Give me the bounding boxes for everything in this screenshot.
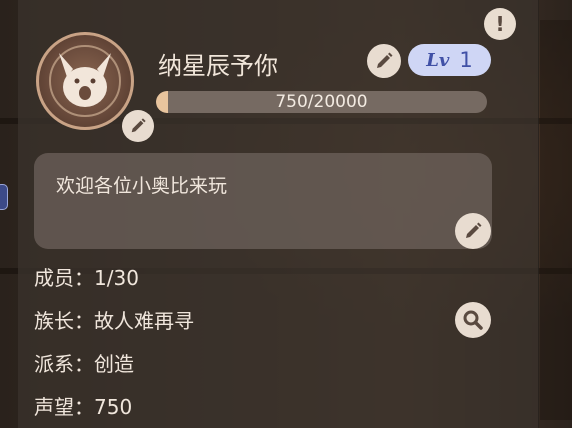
creature-avatar-icon (59, 53, 111, 107)
report-button[interactable]: ! (484, 8, 516, 40)
clan-level-badge: Lv 1 (408, 44, 491, 76)
reputation-row: 声望：750 (34, 391, 132, 420)
members-label: 成员： (34, 266, 94, 290)
magnifier-icon (463, 310, 483, 330)
clan-avatar[interactable] (36, 32, 134, 130)
reputation-label: 声望： (34, 395, 94, 419)
faction-value: 创造 (94, 352, 134, 376)
clan-exp-text: 750/20000 (275, 92, 368, 112)
reputation-value: 750 (94, 395, 133, 419)
leader-label: 族长： (34, 309, 94, 333)
leader-row: 族长：故人难再寻 (34, 305, 194, 334)
level-value: 1 (459, 48, 473, 72)
leader-value: 故人难再寻 (94, 309, 194, 333)
pencil-icon (466, 222, 482, 238)
level-label: Lv (426, 49, 450, 71)
faction-row: 派系：创造 (34, 348, 134, 377)
members-value: 1/30 (94, 266, 139, 290)
clan-notice-text: 欢迎各位小奥比来玩 (56, 175, 228, 197)
view-leader-button[interactable] (455, 302, 491, 338)
edit-notice-button[interactable] (455, 213, 491, 249)
pencil-icon (377, 52, 393, 68)
edit-avatar-button[interactable] (122, 110, 154, 142)
clan-notice-box: 欢迎各位小奥比来玩 (34, 153, 492, 249)
exclamation-icon: ! (495, 12, 505, 36)
clan-exp-bar: 750/20000 (156, 91, 487, 113)
faction-label: 派系： (34, 352, 94, 376)
clan-name: 纳星辰予你 (158, 52, 278, 80)
pencil-icon (131, 118, 146, 133)
edit-name-button[interactable] (367, 44, 401, 78)
side-scroll-indicator[interactable] (0, 184, 8, 210)
members-row: 成员：1/30 (34, 262, 139, 291)
